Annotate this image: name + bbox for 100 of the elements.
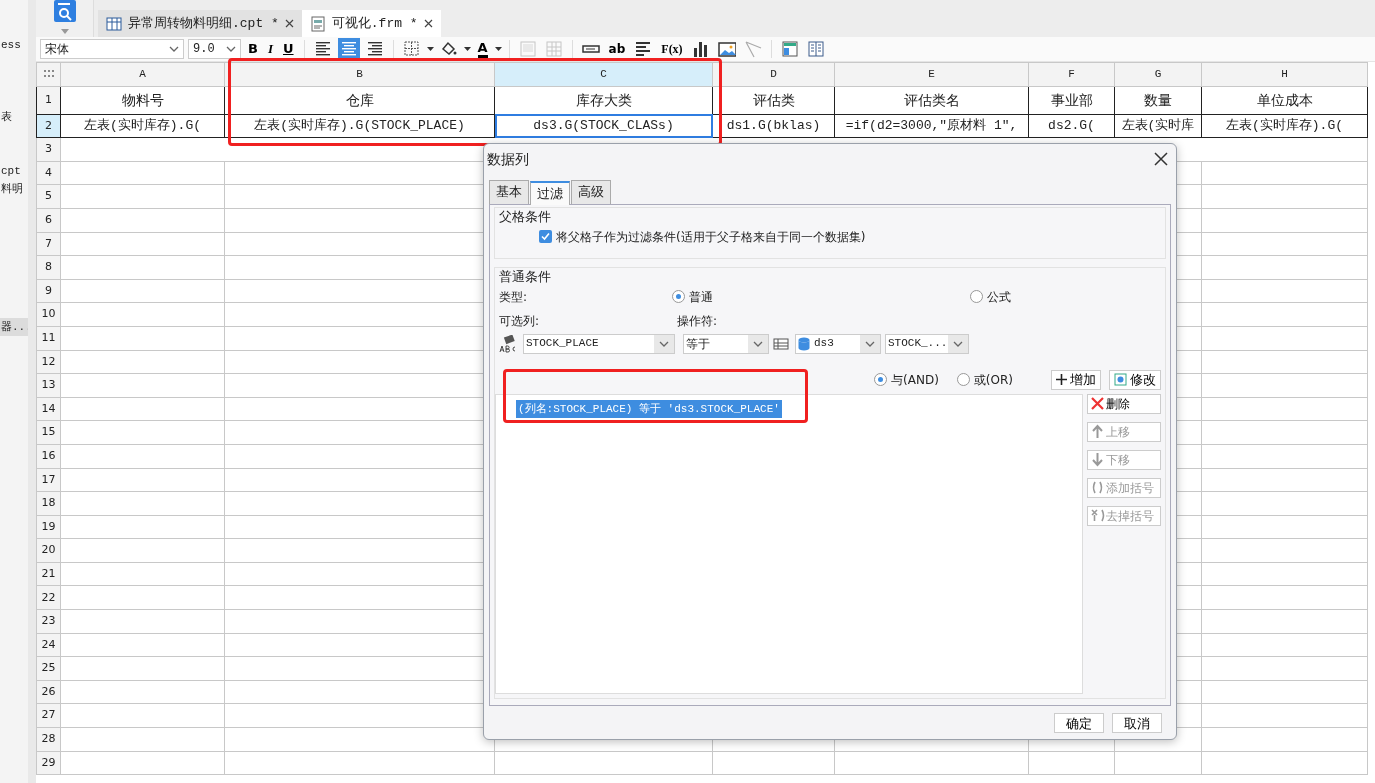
sidebar-item[interactable]: cpt (0, 162, 28, 180)
row-number[interactable]: 4 (36, 161, 61, 185)
radio-button[interactable] (970, 290, 983, 303)
row-number[interactable]: 14 (36, 397, 61, 421)
row-number[interactable]: 12 (36, 350, 61, 374)
size-select[interactable]: 9.0 (188, 39, 241, 59)
radio-button[interactable] (956, 373, 970, 386)
row-number[interactable]: 19 (36, 515, 61, 539)
chevron-down-icon[interactable] (169, 44, 179, 54)
font-color-button[interactable]: A (474, 38, 491, 60)
radio-button[interactable] (874, 373, 888, 386)
font-select[interactable]: 宋体 (40, 39, 184, 59)
arrow-up-icon (1090, 424, 1105, 439)
table-cell[interactable]: ds3.G(STOCK_CLASs) (494, 114, 713, 138)
table-cell[interactable]: ds2.G( (1028, 114, 1115, 138)
radio-button[interactable] (672, 290, 686, 303)
close-icon[interactable] (1154, 152, 1168, 166)
row-number[interactable]: 24 (36, 633, 61, 657)
column-header[interactable]: E (834, 62, 1029, 87)
table-cell[interactable]: 左表(实时库存).G( (1201, 114, 1368, 138)
table-cell[interactable]: 评估类名 (834, 86, 1029, 115)
column-header[interactable]: D (712, 62, 835, 87)
table-cell[interactable]: 物料号 (60, 86, 225, 115)
row-number[interactable]: 23 (36, 609, 61, 634)
table-cell[interactable]: 左表(实时库 (1114, 114, 1202, 138)
caret-icon[interactable] (426, 47, 434, 51)
column-header[interactable]: A (60, 62, 225, 87)
row-number[interactable]: 2 (36, 114, 61, 138)
radio-label: 公式 (987, 288, 1011, 306)
file-tab[interactable]: 可视化.frm * (301, 10, 441, 37)
dialog-button[interactable]: 取消 (1112, 713, 1162, 733)
chevron-down-icon[interactable] (226, 44, 236, 54)
row-number[interactable]: 18 (36, 491, 61, 516)
row-number[interactable]: 7 (36, 232, 61, 256)
add-button[interactable]: 增加 (1051, 369, 1101, 390)
row-number[interactable]: 29 (36, 751, 61, 775)
dataset-select[interactable]: ds3 (795, 333, 881, 354)
table-cell[interactable]: 左表(实时库存).G( (60, 114, 225, 138)
column-header[interactable]: H (1201, 62, 1368, 87)
dialog-button[interactable]: 确定 (1054, 713, 1104, 733)
table-cell[interactable]: 事业部 (1028, 86, 1115, 115)
row-number[interactable]: 28 (36, 727, 61, 752)
list-action-button[interactable]: 删除 (1087, 393, 1161, 414)
dialog-tab[interactable]: 高级 (571, 180, 611, 204)
row-number[interactable]: 11 (36, 326, 61, 351)
column-header[interactable]: C (494, 62, 713, 87)
table-cell[interactable]: ds1.G(bklas) (712, 114, 835, 138)
row-number[interactable]: 27 (36, 703, 61, 728)
grip-icon[interactable] (43, 70, 54, 79)
table-cell[interactable]: 仓库 (224, 86, 495, 115)
row-number[interactable]: 13 (36, 373, 61, 398)
close-icon[interactable] (423, 19, 433, 28)
row-number[interactable]: 17 (36, 468, 61, 492)
search-report-icon[interactable] (53, 0, 76, 22)
sidebar-item[interactable]: 料明 (0, 180, 28, 198)
column-header[interactable]: G (1114, 62, 1202, 87)
row-number[interactable]: 21 (36, 562, 61, 586)
table-cell[interactable]: 左表(实时库存).G(STOCK_PLACE) (224, 114, 495, 138)
plus-icon (1056, 374, 1067, 385)
column-header[interactable]: B (224, 62, 495, 87)
align-center-icon[interactable] (337, 38, 360, 60)
table-cell[interactable]: 评估类 (712, 86, 835, 115)
table-cell[interactable]: 数量 (1114, 86, 1202, 115)
row-number[interactable]: 15 (36, 420, 61, 445)
italic-button[interactable]: I (264, 38, 276, 60)
sidebar-item[interactable]: ess (0, 36, 28, 54)
column-select[interactable]: STOCK_PLACE (523, 333, 675, 354)
modify-button[interactable]: 修改 (1109, 369, 1161, 390)
sidebar-item[interactable]: 器... (0, 318, 28, 336)
row-number[interactable]: 25 (36, 656, 61, 681)
column-header[interactable]: F (1028, 62, 1115, 87)
operator-select[interactable]: 等于 (683, 333, 769, 354)
checkbox[interactable] (539, 230, 552, 243)
row-number[interactable]: 26 (36, 680, 61, 704)
row-number[interactable]: 8 (36, 255, 61, 280)
dialog-tab[interactable]: 过滤 (530, 181, 570, 205)
dialog-tab[interactable]: 基本 (489, 180, 529, 204)
row-number[interactable]: 10 (36, 302, 61, 327)
formula-button[interactable]: F(x) (658, 38, 686, 60)
field-select[interactable]: STOCK_... (885, 333, 969, 354)
row-number[interactable]: 1 (36, 86, 61, 115)
sidebar-item[interactable]: 表 (0, 108, 28, 126)
group-label: 普通条件 (499, 267, 552, 286)
table-icon[interactable] (773, 336, 791, 351)
row-number[interactable]: 16 (36, 444, 61, 468)
row-number[interactable]: 3 (36, 137, 61, 162)
close-icon[interactable] (284, 19, 294, 28)
underline-button[interactable]: U (280, 38, 297, 60)
file-tab[interactable]: 异常周转物料明细.cpt * (98, 10, 302, 37)
row-number[interactable]: 20 (36, 538, 61, 563)
row-number[interactable]: 22 (36, 585, 61, 610)
row-number[interactable]: 5 (36, 184, 61, 209)
text-label-button[interactable]: ab (605, 38, 629, 60)
caret-icon[interactable] (494, 47, 502, 51)
row-number[interactable]: 9 (36, 279, 61, 303)
caret-icon[interactable] (463, 47, 471, 51)
row-number[interactable]: 6 (36, 208, 61, 233)
table-cell[interactable]: =if(d2=3000,"原材料 1", (834, 114, 1029, 138)
table-cell[interactable]: 单位成本 (1201, 86, 1368, 115)
bold-button[interactable]: B (245, 38, 261, 60)
